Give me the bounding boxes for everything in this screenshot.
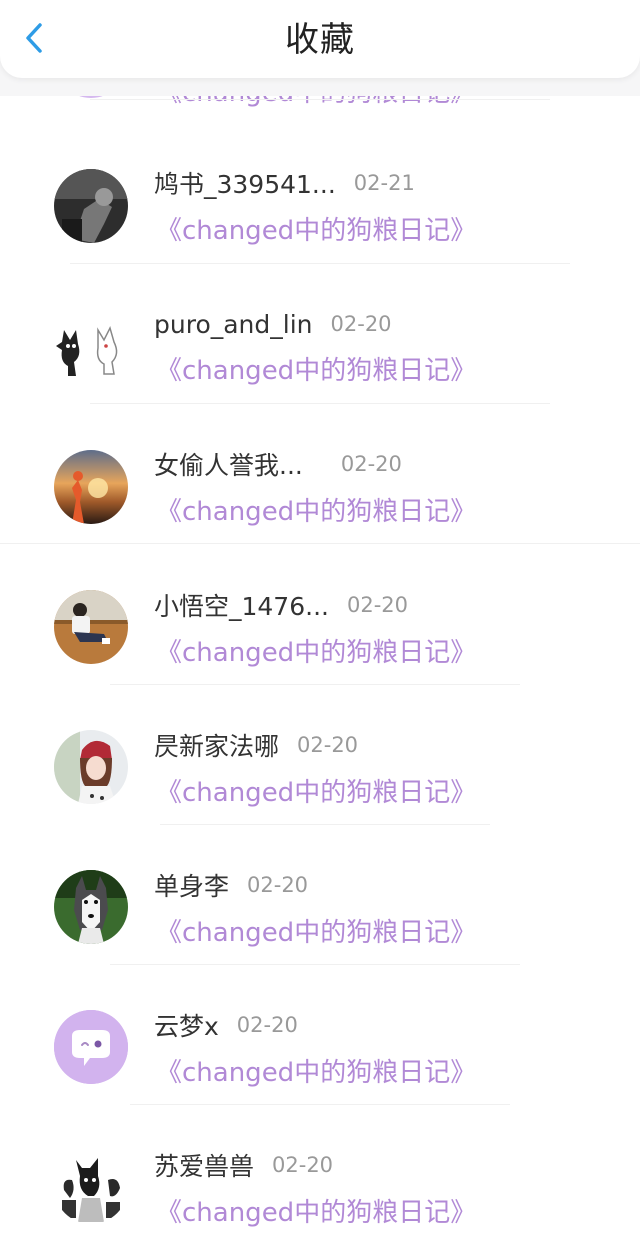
list-item[interactable]: 云梦x 02-20 《changed中的狗粮日记》 bbox=[0, 965, 640, 1105]
work-title[interactable]: 《changed中的狗粮日记》 bbox=[156, 491, 476, 528]
avatar-girl-red-hat[interactable] bbox=[54, 730, 128, 804]
username[interactable]: 云梦x bbox=[154, 1007, 219, 1043]
date: 02-21 bbox=[353, 171, 415, 195]
name-line: 小悟空_1476... 02-20 bbox=[154, 585, 408, 625]
work-title[interactable]: 《changed中的狗粮日记》 bbox=[156, 210, 476, 247]
list-item[interactable]: 鸠书_339541... 02-21 《changed中的狗粮日记》 bbox=[0, 124, 640, 264]
list-item[interactable]: 单身李 02-20 《changed中的狗粮日记》 bbox=[0, 825, 640, 965]
avatar-cartoon-cats[interactable] bbox=[54, 310, 128, 384]
username[interactable]: puro_and_lin bbox=[154, 310, 313, 339]
name-line: 苏爱兽兽 02-20 bbox=[154, 1145, 333, 1185]
work-title[interactable]: 《changed中的狗粮日记》 bbox=[156, 1052, 476, 1089]
name-line: 昃新家法哪 02-20 bbox=[154, 725, 358, 765]
avatar-photo-dark[interactable] bbox=[54, 169, 128, 243]
date: 02-20 bbox=[247, 873, 309, 897]
name-line: 鸠书_339541... 02-21 bbox=[154, 163, 415, 203]
avatar-sunset-runner[interactable] bbox=[54, 450, 128, 524]
work-title[interactable]: 《changed中的狗粮日记》 bbox=[156, 1192, 476, 1229]
username[interactable]: 昃新家法哪 bbox=[154, 727, 279, 763]
work-title[interactable]: 《changed中的狗粮日记》 bbox=[156, 912, 476, 949]
list-item[interactable]: 昃新家法哪 02-20 《changed中的狗粮日记》 bbox=[0, 685, 640, 825]
favorites-page: 《changed中的狗粮日记》 鸠书_339541... 02-21 《chan… bbox=[0, 0, 640, 1243]
list-item[interactable]: 女偷人誉我... 02-20 《changed中的狗粮日记》 bbox=[0, 404, 640, 544]
date: 02-20 bbox=[297, 733, 359, 757]
date: 02-20 bbox=[340, 452, 402, 476]
avatar-husky-dog[interactable] bbox=[54, 870, 128, 944]
name-line: 单身李 02-20 bbox=[154, 865, 308, 905]
name-line: 云梦x 02-20 bbox=[154, 1005, 298, 1045]
username[interactable]: 鸠书_339541... bbox=[154, 165, 336, 201]
list-item[interactable]: puro_and_lin 02-20 《changed中的狗粮日记》 bbox=[0, 264, 640, 404]
username[interactable]: 女偷人誉我... bbox=[154, 446, 303, 482]
name-line: 女偷人誉我... 02-20 bbox=[154, 444, 402, 484]
username[interactable]: 苏爱兽兽 bbox=[154, 1147, 254, 1183]
page-title: 收藏 bbox=[285, 20, 355, 60]
avatar-sketch-creatures[interactable] bbox=[54, 1150, 128, 1224]
work-title[interactable]: 《changed中的狗粮日记》 bbox=[156, 772, 476, 809]
list-item[interactable]: 苏爱兽兽 02-20 《changed中的狗粮日记》 bbox=[0, 1105, 640, 1243]
header-card: 收藏 bbox=[0, 0, 640, 78]
divider bbox=[0, 543, 640, 544]
date: 02-20 bbox=[346, 593, 408, 617]
date: 02-20 bbox=[330, 312, 392, 336]
date: 02-20 bbox=[272, 1153, 334, 1177]
list-item[interactable]: 小悟空_1476... 02-20 《changed中的狗粮日记》 bbox=[0, 545, 640, 685]
divider bbox=[90, 99, 550, 100]
work-title[interactable]: 《changed中的狗粮日记》 bbox=[156, 632, 476, 669]
date: 02-20 bbox=[236, 1013, 298, 1037]
username[interactable]: 单身李 bbox=[154, 867, 229, 903]
work-title[interactable]: 《changed中的狗粮日记》 bbox=[156, 350, 476, 387]
top-navigation-bar: 收藏 bbox=[0, 0, 640, 96]
name-line: puro_and_lin 02-20 bbox=[154, 304, 392, 344]
username[interactable]: 小悟空_1476... bbox=[154, 587, 329, 623]
avatar-person-sitting[interactable] bbox=[54, 590, 128, 664]
avatar-default-chat[interactable] bbox=[54, 1010, 128, 1084]
